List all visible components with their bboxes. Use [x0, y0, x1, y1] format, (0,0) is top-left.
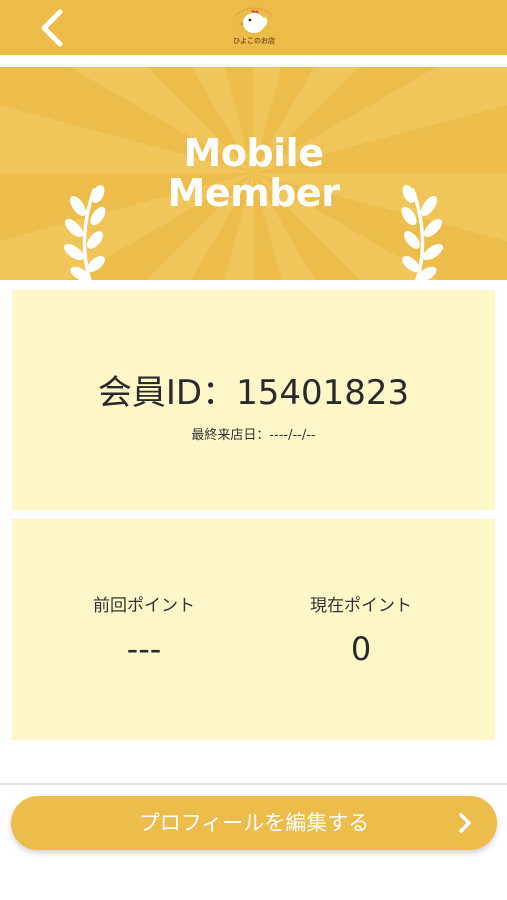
banner-title-line2: Member — [167, 171, 340, 215]
last-visit-date: 最終来店日：----/--/-- — [191, 428, 316, 443]
back-button[interactable] — [30, 4, 78, 52]
chevron-right-icon — [459, 813, 471, 833]
banner-title: Mobile Member — [0, 133, 507, 213]
banner-title-line1: Mobile — [183, 131, 324, 175]
top-bar: ひよこのお店 — [0, 0, 507, 55]
current-points-label: 現在ポイント — [310, 596, 412, 616]
previous-points-value: --- — [126, 630, 162, 668]
divider — [0, 783, 507, 785]
current-points-value: 0 — [350, 630, 372, 668]
edit-profile-label: プロフィールを編集する — [138, 811, 370, 835]
edit-profile-button[interactable]: プロフィールを編集する — [11, 796, 497, 850]
chevron-left-icon — [41, 9, 63, 47]
logo-text: ひよこのお店 — [233, 36, 275, 45]
chicken-logo-icon — [235, 7, 273, 33]
previous-points-label: 前回ポイント — [93, 596, 195, 616]
app-logo: ひよこのお店 — [233, 7, 275, 45]
member-id: 会員ID：15401823 — [97, 373, 410, 413]
